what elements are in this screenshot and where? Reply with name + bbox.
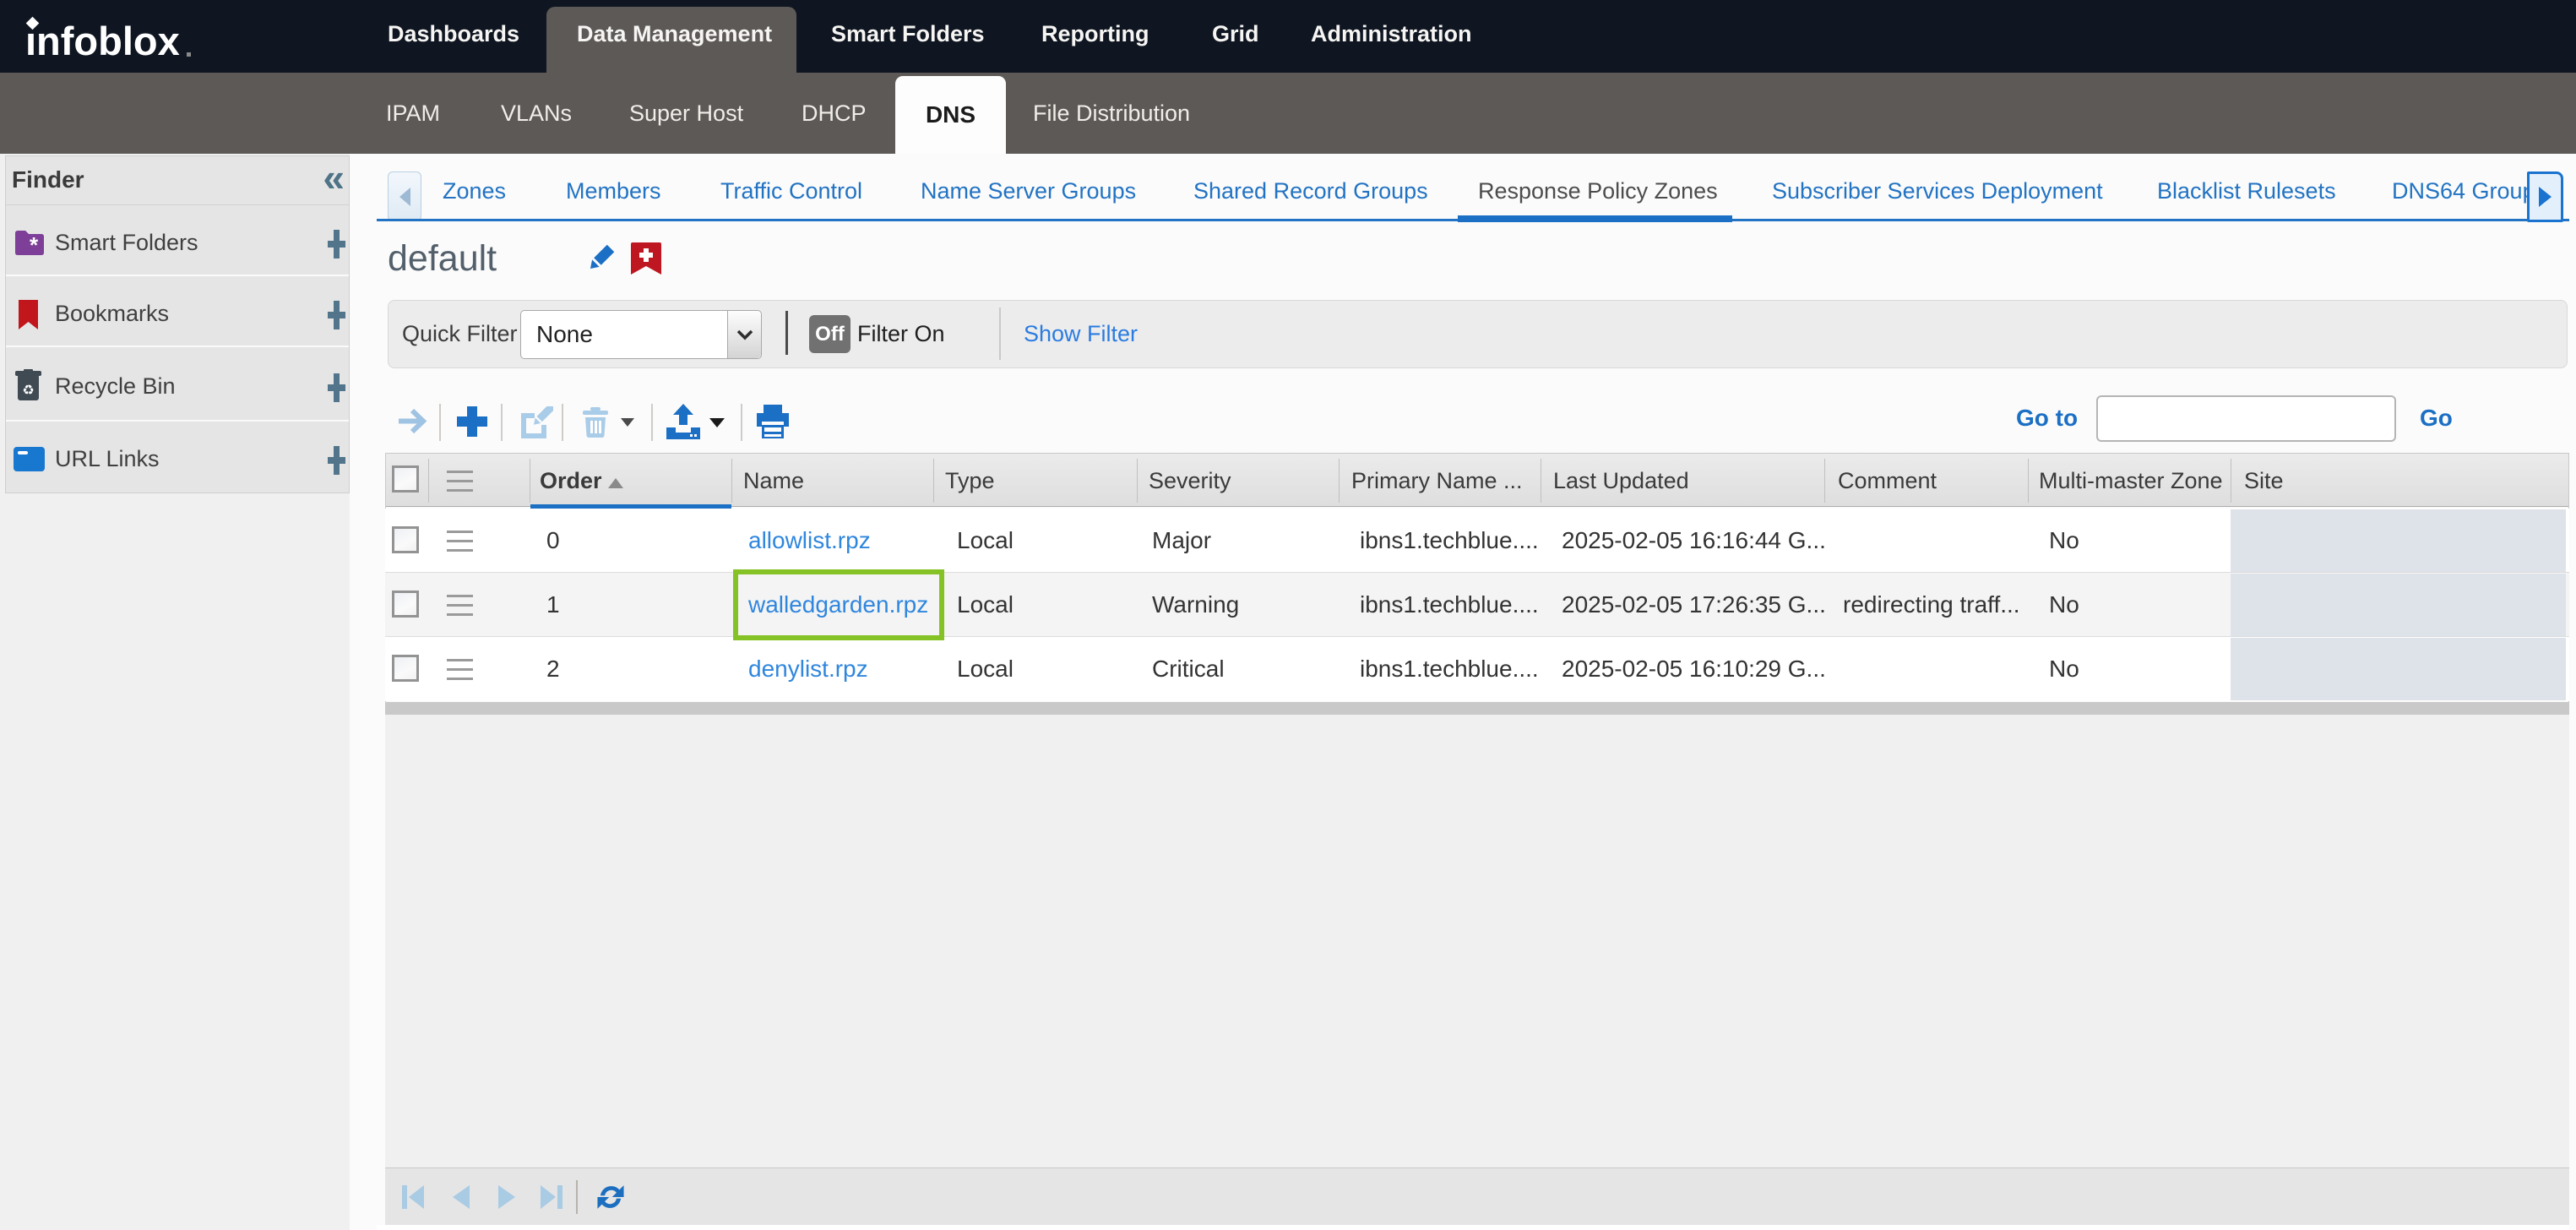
svg-text:♻: ♻ (22, 384, 34, 398)
svg-text:*: * (30, 232, 39, 257)
